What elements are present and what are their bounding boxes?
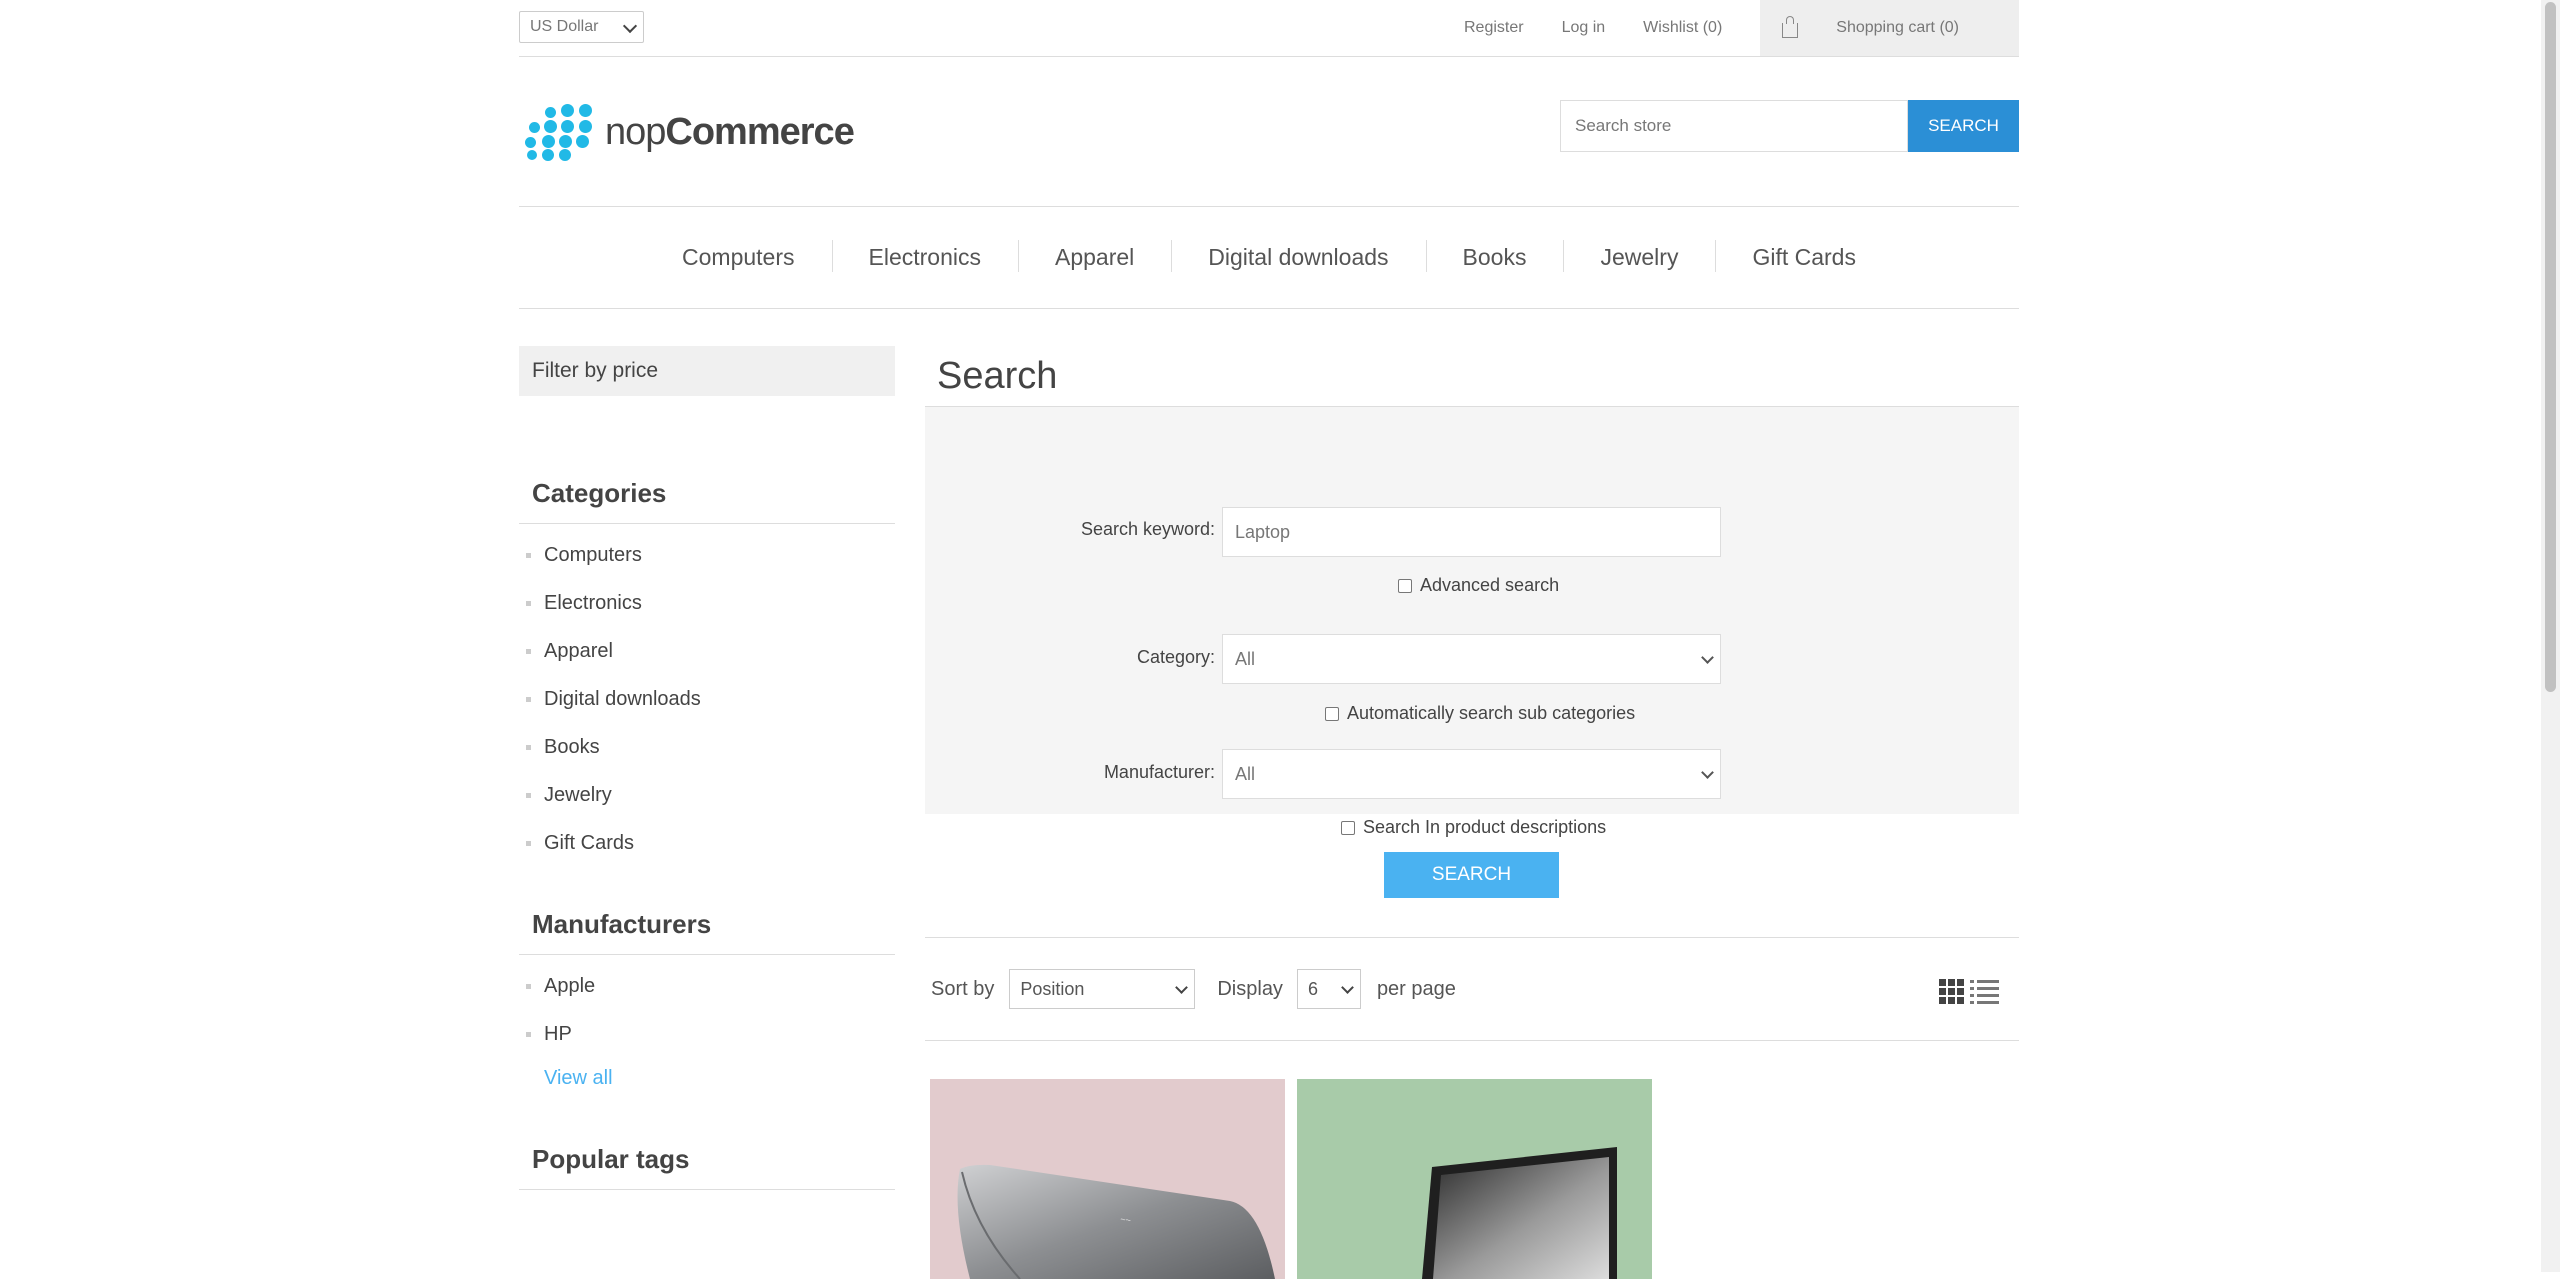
sort-by-select[interactable]: Position xyxy=(1009,969,1196,1009)
chevron-down-icon xyxy=(1701,651,1714,664)
nav-item-digital-downloads[interactable]: Digital downloads xyxy=(1171,240,1425,272)
sidebar: Filter by price Categories Computers Ele… xyxy=(519,346,895,1190)
checkbox-icon xyxy=(1341,820,1355,835)
header-search: Search store SEARCH xyxy=(1560,100,2019,152)
manufacturers-list: Apple HP xyxy=(519,969,895,1065)
category-item-apparel[interactable]: Apparel xyxy=(519,634,895,682)
category-item-computers[interactable]: Computers xyxy=(519,538,895,586)
nav-item-apparel[interactable]: Apparel xyxy=(1017,240,1171,272)
svg-text:~~: ~~ xyxy=(1120,1214,1132,1225)
nav-item-computers[interactable]: Computers xyxy=(645,244,831,271)
manufacturer-label: Manufacturer: xyxy=(1103,762,1215,782)
sort-by-label: Sort by xyxy=(931,977,995,1000)
page-scrollbar[interactable] xyxy=(2541,0,2560,1272)
header-top-bar: US Dollar Register Log in Wishlist (0) S… xyxy=(519,0,2019,57)
page-size-select[interactable]: 6 xyxy=(1296,969,1361,1009)
shopping-bag-icon xyxy=(1782,15,1799,38)
login-link[interactable]: Log in xyxy=(1562,19,1606,37)
search-descriptions-label: Search In product descriptions xyxy=(1363,817,1607,837)
per-page-label: per page xyxy=(1376,977,1456,1000)
page-title: Search xyxy=(925,346,2019,407)
category-label: Category: xyxy=(1136,647,1215,667)
categories-list: Computers Electronics Apparel Digital do… xyxy=(519,538,895,874)
display-label: Display xyxy=(1217,977,1283,1000)
nav-item-jewelry[interactable]: Jewelry xyxy=(1563,240,1715,272)
chevron-down-icon xyxy=(1175,981,1189,994)
currency-selector[interactable]: US Dollar xyxy=(519,11,644,43)
header-links: Register Log in Wishlist (0) Shopping ca… xyxy=(1464,0,2019,56)
top-menu: Computers Electronics Apparel Digital do… xyxy=(519,206,2019,309)
sort-by-value: Position xyxy=(1020,978,1085,999)
list-view-icon[interactable] xyxy=(1970,979,1999,1005)
advanced-search-label: Advanced search xyxy=(1420,575,1560,595)
manufacturer-select[interactable]: All xyxy=(1222,749,1721,799)
laptop-image xyxy=(1422,1147,1617,1279)
checkbox-icon xyxy=(1325,706,1339,721)
category-item-electronics[interactable]: Electronics xyxy=(519,586,895,634)
currency-value: US Dollar xyxy=(530,18,599,35)
popular-tags-title: Popular tags xyxy=(519,1144,895,1190)
advanced-search-checkbox[interactable]: Advanced search xyxy=(1398,575,1559,596)
shopping-cart-label: Shopping cart (0) xyxy=(1836,19,1959,36)
store-search-input[interactable]: Search store xyxy=(1560,100,1908,152)
page: US Dollar Register Log in Wishlist (0) S… xyxy=(519,0,2019,1279)
search-descriptions-checkbox[interactable]: Search In product descriptions xyxy=(1341,817,1606,838)
chevron-down-icon xyxy=(622,18,638,34)
category-item-digital-downloads[interactable]: Digital downloads xyxy=(519,682,895,730)
product-image-laptop-2[interactable] xyxy=(1297,1079,1652,1279)
logo-dots-icon xyxy=(523,104,597,161)
checkbox-icon xyxy=(1398,578,1412,593)
categories-title: Categories xyxy=(519,478,895,524)
grid-view-icon[interactable] xyxy=(1939,979,1965,1005)
search-button[interactable]: SEARCH xyxy=(1384,852,1559,898)
nav-item-gift-cards[interactable]: Gift Cards xyxy=(1715,240,1893,272)
nav-item-electronics[interactable]: Electronics xyxy=(831,240,1018,272)
sub-categories-checkbox[interactable]: Automatically search sub categories xyxy=(1325,703,1635,724)
search-keyword-label: Search keyword: xyxy=(1080,519,1215,539)
category-item-jewelry[interactable]: Jewelry xyxy=(519,778,895,826)
nav-item-books[interactable]: Books xyxy=(1425,240,1564,272)
chevron-down-icon xyxy=(1341,981,1354,994)
view-all-manufacturers-link[interactable]: View all xyxy=(519,1067,895,1090)
manufacturer-item-hp[interactable]: HP xyxy=(519,1017,895,1065)
product-image-laptop-1[interactable]: ~~ xyxy=(930,1079,1285,1279)
manufacturers-title: Manufacturers xyxy=(519,909,895,955)
scrollbar-thumb[interactable] xyxy=(2545,2,2556,692)
manufacturer-value: All xyxy=(1235,763,1256,784)
search-page: Search Search keyword: Laptop Advanced s… xyxy=(925,346,2019,1279)
shopping-cart-link[interactable]: Shopping cart (0) xyxy=(1760,0,2019,56)
store-logo[interactable]: nopCommerce xyxy=(523,104,855,161)
sub-categories-label: Automatically search sub categories xyxy=(1347,703,1636,723)
category-item-books[interactable]: Books xyxy=(519,730,895,778)
store-search-button[interactable]: SEARCH xyxy=(1908,100,2019,152)
laptop-image: ~~ xyxy=(957,1164,1275,1279)
logo-text: nopCommerce xyxy=(605,110,855,153)
search-keyword-input[interactable]: Laptop xyxy=(1222,507,1721,557)
search-form: Search keyword: Laptop Advanced search C… xyxy=(925,407,2019,837)
filter-by-price-title[interactable]: Filter by price xyxy=(519,346,895,396)
manufacturer-item-apple[interactable]: Apple xyxy=(519,969,895,1017)
category-value: All xyxy=(1235,648,1256,669)
product-selectors: Sort by Position Display 6 per page xyxy=(925,937,2019,1041)
chevron-down-icon xyxy=(1701,766,1714,779)
page-size-value: 6 xyxy=(1307,978,1318,999)
register-link[interactable]: Register xyxy=(1464,19,1524,37)
wishlist-link[interactable]: Wishlist (0) xyxy=(1643,19,1722,37)
category-select[interactable]: All xyxy=(1222,634,1721,684)
category-item-gift-cards[interactable]: Gift Cards xyxy=(519,826,895,874)
